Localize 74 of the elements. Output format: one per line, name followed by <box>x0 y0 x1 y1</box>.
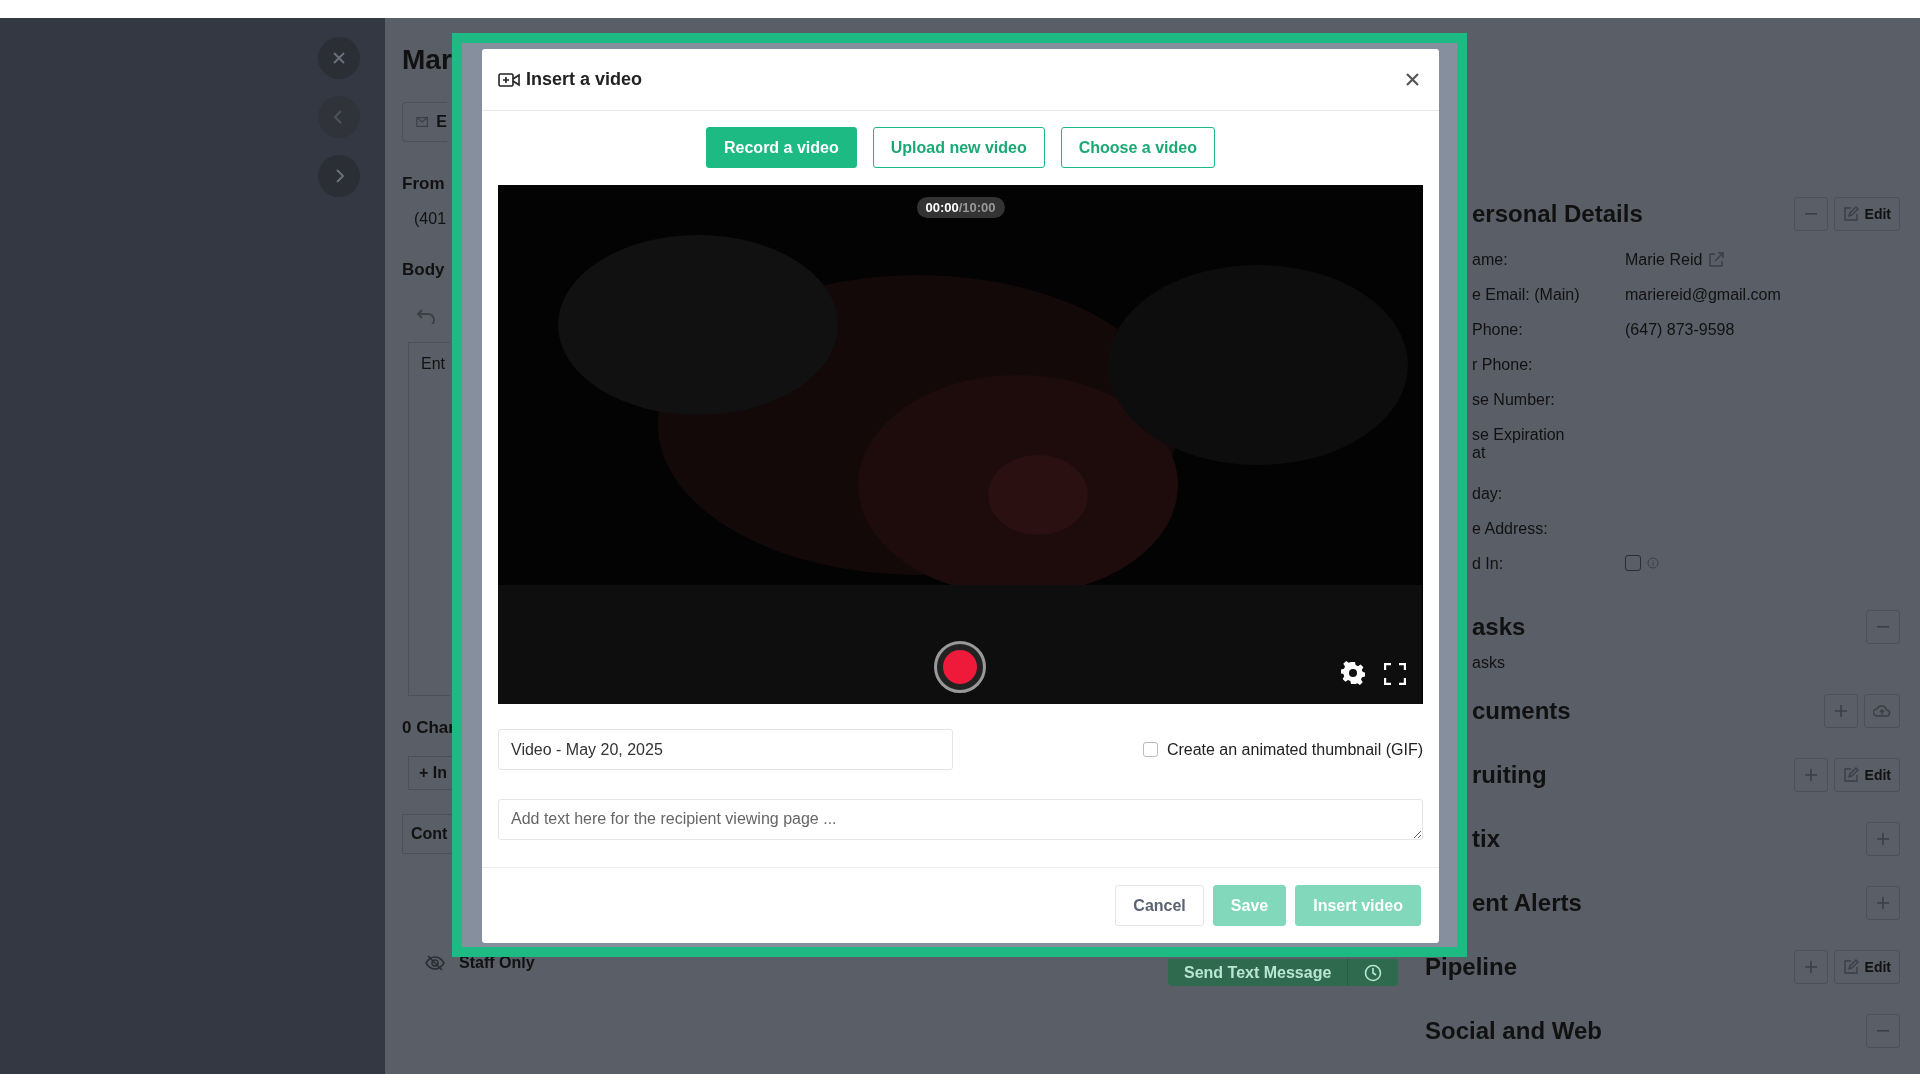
section-title: tix <box>1472 825 1501 853</box>
tab-label: E <box>436 113 447 131</box>
edit-icon <box>1842 959 1859 975</box>
section-title: ersonal Details <box>1472 200 1644 228</box>
field-value[interactable]: Marie Reid <box>1625 251 1703 269</box>
close-icon <box>1405 73 1419 86</box>
external-link-icon[interactable] <box>1708 252 1725 268</box>
plus-icon <box>1804 769 1817 781</box>
edit-button[interactable]: Edit <box>1833 197 1900 231</box>
plus-icon <box>1877 897 1889 909</box>
source-tab[interactable]: Upload new video <box>872 127 1045 168</box>
field-label: Body <box>402 260 446 280</box>
modal-title: Insert a video <box>526 69 644 90</box>
add-button[interactable] <box>1866 822 1900 856</box>
field-label: r Phone: <box>1472 356 1534 374</box>
field-label: Phone: <box>1472 321 1524 339</box>
source-tab[interactable]: Choose a video <box>1060 127 1215 168</box>
field-label: From <box>402 174 446 194</box>
upload-button[interactable] <box>1864 694 1900 728</box>
cloud-upload-icon <box>1873 704 1891 718</box>
edit-icon <box>1842 767 1859 783</box>
field-label: se Expiration at <box>1472 426 1566 462</box>
video-add-icon <box>498 71 520 88</box>
field-label: e Email: (Main) <box>1472 286 1581 304</box>
field-label: ame: <box>1472 251 1509 269</box>
empty-message: asks <box>1472 653 1506 672</box>
message-editor[interactable]: Ent <box>408 342 450 696</box>
plus-icon <box>1804 961 1817 973</box>
field-label: se Number: <box>1472 391 1556 409</box>
fullscreen-icon[interactable] <box>1384 663 1406 685</box>
character-count: 0 Char <box>402 718 456 738</box>
edit-icon <box>1842 206 1859 222</box>
cancel-button[interactable]: Cancel <box>1115 885 1204 926</box>
envelope-icon <box>416 116 429 128</box>
collapse-button[interactable] <box>1866 610 1900 644</box>
plus-icon <box>1835 705 1847 717</box>
opted-in-checkbox[interactable] <box>1625 555 1641 571</box>
section-title: ent Alerts <box>1472 889 1583 917</box>
minus-icon <box>1877 626 1889 628</box>
section-title: asks <box>1472 613 1527 641</box>
undo-icon[interactable] <box>416 308 436 324</box>
section-title: ruiting <box>1472 761 1548 789</box>
send-text-message-button[interactable]: Send Text Message <box>1168 959 1399 986</box>
gif-checkbox[interactable] <box>1142 742 1158 757</box>
field-label: day: <box>1472 485 1504 503</box>
add-button[interactable] <box>1824 694 1858 728</box>
collapse-button[interactable] <box>1793 197 1828 231</box>
field-label: d In: <box>1472 555 1505 573</box>
edit-button[interactable]: Edit <box>1833 950 1900 984</box>
email-tab[interactable]: E <box>402 102 447 142</box>
add-button[interactable] <box>1793 758 1828 792</box>
section-title: Pipeline <box>1425 953 1519 981</box>
source-tab[interactable]: Record a video <box>706 127 857 168</box>
video-title-field[interactable]: Video - May 20, 2025 <box>498 729 953 770</box>
section-title: cuments <box>1472 697 1572 725</box>
contact-name: Mar <box>402 44 453 76</box>
clock-icon <box>1364 963 1383 982</box>
message-field[interactable]: Add text here for the recipient viewing page ... <box>498 799 1423 840</box>
eye-off-icon <box>425 955 445 971</box>
checkbox-label: Create an animated thumbnail (GIF) <box>1166 740 1423 759</box>
edit-button[interactable]: Edit <box>1833 758 1900 792</box>
info-icon <box>1647 557 1659 569</box>
collapse-button[interactable] <box>1866 1014 1900 1048</box>
field-label: e Address: <box>1472 520 1549 538</box>
minus-icon <box>1877 1030 1889 1032</box>
timer-badge: 00:00/10:00 <box>916 197 1005 218</box>
forward-button[interactable] <box>318 155 360 197</box>
add-button[interactable] <box>1793 950 1828 984</box>
settings-icon[interactable] <box>1341 661 1365 685</box>
plus-icon <box>1877 833 1889 845</box>
from-number: (401 <box>414 210 448 228</box>
minus-icon <box>1804 213 1817 215</box>
add-button[interactable] <box>1866 886 1900 920</box>
section-title: Social and Web <box>1425 1017 1603 1045</box>
